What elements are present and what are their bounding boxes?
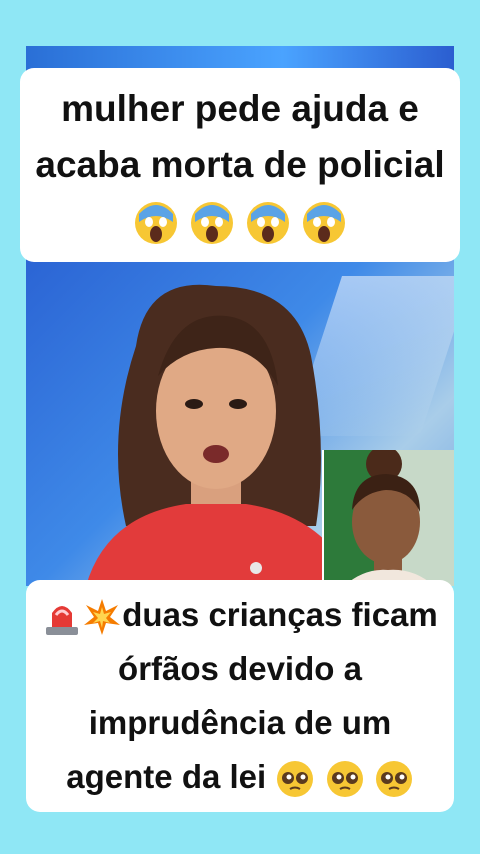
inset-portrait-image [324, 450, 454, 586]
title-caption-text: mulher pede ajuda e acaba morta de polic… [35, 88, 445, 185]
pleading-face-icon [326, 761, 363, 798]
video-top-band [26, 46, 454, 70]
bottom-caption-box: duas crianças ficam órfãos devido a impr… [26, 580, 454, 812]
police-light-icon [46, 606, 79, 636]
scream-face-icon [247, 202, 290, 245]
title-caption-box: mulher pede ajuda e acaba morta de polic… [20, 68, 460, 262]
pleading-face-icon [277, 761, 314, 798]
news-anchor-image [86, 284, 356, 586]
scream-face-icon [303, 202, 346, 245]
bottom-caption: duas crianças ficam órfãos devido a impr… [26, 588, 454, 804]
pleading-emoji-group [266, 758, 414, 798]
scream-face-icon [134, 202, 177, 245]
inset-victim-photo [322, 450, 454, 586]
scream-face-icon [190, 202, 233, 245]
collision-icon [84, 599, 121, 636]
pleading-face-icon [375, 761, 412, 798]
scream-emoji-group [133, 200, 348, 245]
title-caption: mulher pede ajuda e acaba morta de polic… [20, 81, 460, 249]
